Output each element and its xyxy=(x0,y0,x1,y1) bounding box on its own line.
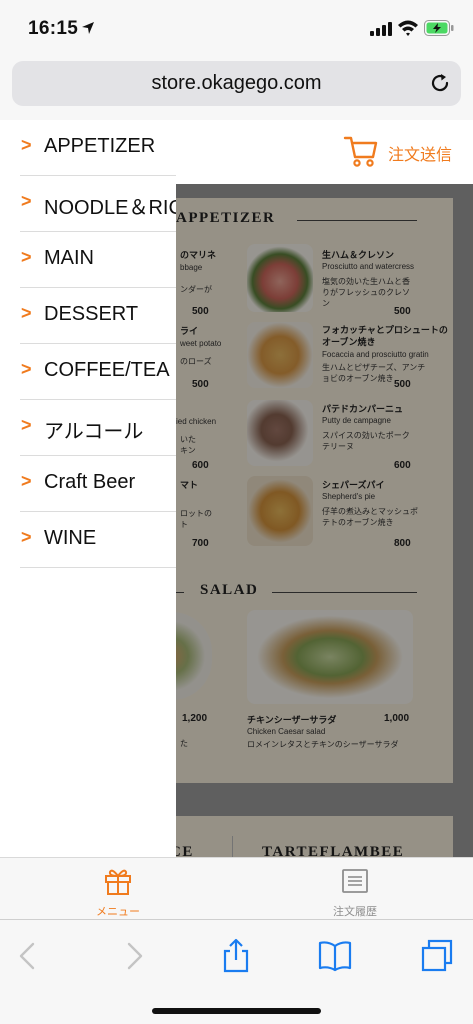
chevron-right-icon: > xyxy=(21,471,32,491)
submit-order-button[interactable]: 注文送信 xyxy=(388,141,452,165)
chevron-right-icon: > xyxy=(21,359,32,379)
chevron-right-icon: > xyxy=(21,135,32,155)
cart-icon[interactable] xyxy=(343,133,379,169)
status-bar: 16:15 xyxy=(0,0,473,58)
cellular-signal-icon xyxy=(370,22,392,36)
chevron-right-icon: > xyxy=(21,247,32,267)
share-icon[interactable] xyxy=(219,938,253,974)
drawer-item-label: DESSERT xyxy=(44,303,139,325)
back-icon[interactable] xyxy=(12,938,46,974)
tabs-icon[interactable] xyxy=(420,938,454,974)
tab-menu[interactable]: メニュー xyxy=(0,858,236,920)
chevron-right-icon: > xyxy=(21,415,32,435)
tab-menu-label: メニュー xyxy=(96,906,140,918)
tab-order-history[interactable]: 注文履歴 xyxy=(237,858,473,920)
browser-address-area: store.okagego.com xyxy=(0,58,473,120)
drawer-item-coffee-tea[interactable]: > COFFEE/TEA xyxy=(0,344,176,400)
drawer-item-appetizer[interactable]: > APPETIZER xyxy=(0,120,176,176)
home-indicator xyxy=(152,1008,321,1014)
drawer-item-alcohol[interactable]: > アルコール xyxy=(0,400,176,456)
drawer-item-label: COFFEE/TEA xyxy=(44,359,170,381)
chevron-right-icon: > xyxy=(21,527,32,547)
url-field[interactable]: store.okagego.com xyxy=(12,61,461,106)
drawer-item-wine[interactable]: > WINE xyxy=(0,512,176,568)
status-time: 16:15 xyxy=(28,18,79,39)
bookmarks-icon[interactable] xyxy=(318,938,352,974)
chevron-right-icon: > xyxy=(21,191,32,211)
drawer-item-label: WINE xyxy=(44,527,97,549)
wifi-icon xyxy=(398,20,418,36)
drawer-item-main[interactable]: > MAIN xyxy=(0,232,176,288)
drawer-item-label: MAIN xyxy=(44,247,94,269)
url-text[interactable]: store.okagego.com xyxy=(12,72,461,95)
safari-toolbar xyxy=(0,919,473,1024)
drawer-item-noodle-rice[interactable]: > NOODLE＆RICE xyxy=(0,176,176,232)
app-tab-bar: メニュー 注文履歴 xyxy=(0,857,473,919)
location-arrow-icon xyxy=(82,22,94,34)
battery-charging-icon xyxy=(424,20,454,36)
reload-icon[interactable] xyxy=(429,72,451,94)
drawer-item-label: NOODLE＆RICE xyxy=(44,197,176,219)
drawer-item-craft-beer[interactable]: > Craft Beer xyxy=(0,456,176,512)
tab-order-history-label: 注文履歴 xyxy=(333,906,377,918)
drawer-item-label: Craft Beer xyxy=(44,471,136,493)
order-history-icon xyxy=(342,869,368,893)
chevron-right-icon: > xyxy=(21,303,32,323)
drawer-item-dessert[interactable]: > DESSERT xyxy=(0,288,176,344)
drawer-item-label: アルコール xyxy=(44,421,144,443)
drawer-divider xyxy=(20,567,176,568)
category-drawer: > APPETIZER > NOODLE＆RICE > MAIN > DESSE… xyxy=(0,120,176,857)
gift-icon xyxy=(105,869,131,895)
forward-icon[interactable] xyxy=(116,938,150,974)
drawer-item-label: APPETIZER xyxy=(44,135,156,157)
